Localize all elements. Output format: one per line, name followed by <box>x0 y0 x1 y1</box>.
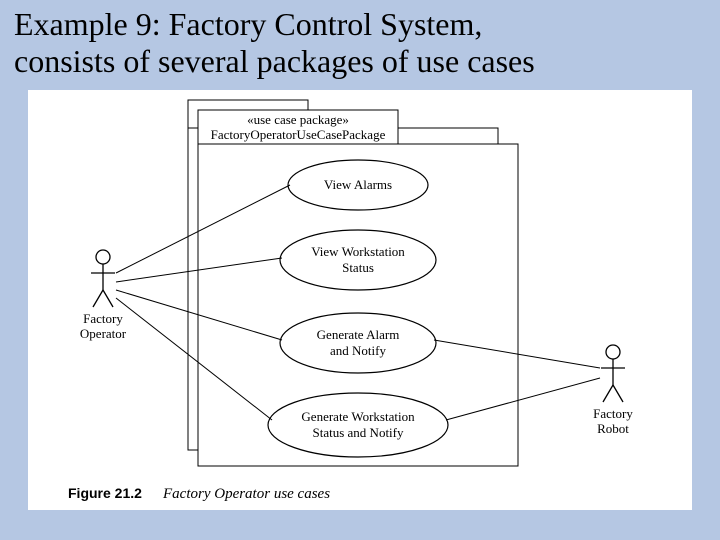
usecase-view-workstation-status: View Workstation Status <box>280 230 436 290</box>
usecase-generate-workstation-status-notify: Generate Workstation Status and Notify <box>268 393 448 457</box>
package-stereotype: «use case package» <box>247 112 349 127</box>
actor-label-line2: Robot <box>597 421 629 436</box>
actor-factory-operator: Factory Operator <box>80 250 127 341</box>
usecase-label-line2: Status and Notify <box>313 425 404 440</box>
usecase-view-alarms: View Alarms <box>288 160 428 210</box>
actor-label-line2: Operator <box>80 326 127 341</box>
usecase-diagram: «use case package» FactoryOperatorUseCas… <box>28 90 692 510</box>
actor-factory-robot: Factory Robot <box>593 345 633 436</box>
slide-title: Example 9: Factory Control System, consi… <box>14 6 694 80</box>
title-line-1: Example 9: Factory Control System, <box>14 6 482 42</box>
package-name: FactoryOperatorUseCasePackage <box>211 127 386 142</box>
figure-number: Figure 21.2 <box>68 485 142 501</box>
diagram-panel: «use case package» FactoryOperatorUseCas… <box>28 90 692 510</box>
actor-label-line1: Factory <box>593 406 633 421</box>
actor-label-line1: Factory <box>83 311 123 326</box>
stick-figure-icon <box>601 345 625 402</box>
figure-caption: Factory Operator use cases <box>162 486 330 502</box>
usecase-label-line1: View Workstation <box>311 244 405 259</box>
stick-figure-icon <box>91 250 115 307</box>
usecase-label-line1: Generate Alarm <box>317 327 400 342</box>
usecase-generate-alarm-notify: Generate Alarm and Notify <box>280 313 436 373</box>
usecase-label-line2: Status <box>342 260 374 275</box>
usecase-label: View Alarms <box>324 177 392 192</box>
usecase-label-line2: and Notify <box>330 343 386 358</box>
title-line-2: consists of several packages of use case… <box>14 43 535 79</box>
usecase-label-line1: Generate Workstation <box>301 409 415 424</box>
